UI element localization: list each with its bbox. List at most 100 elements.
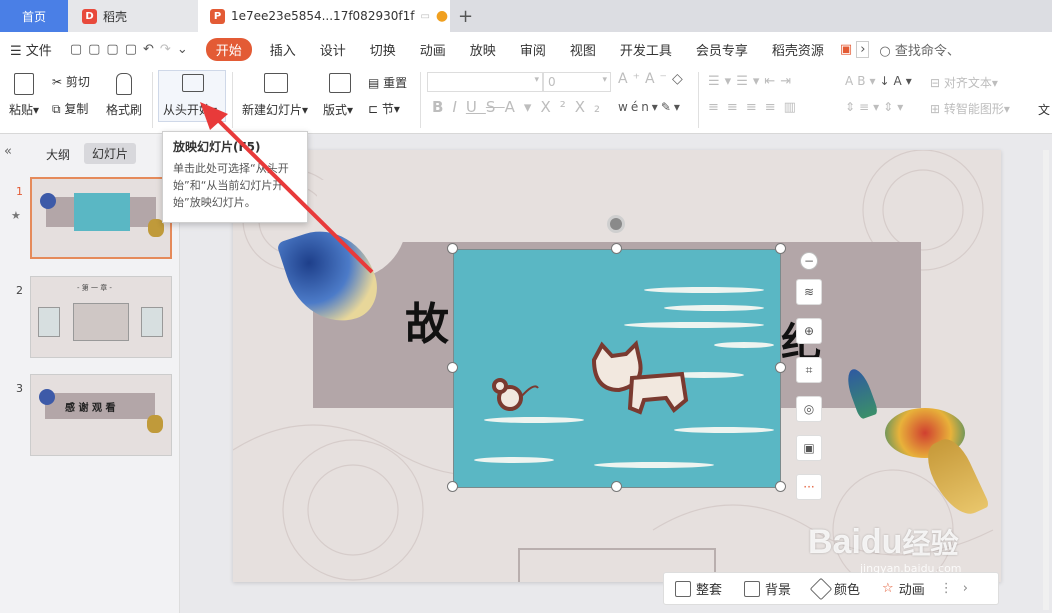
menu-insert[interactable]: 插入 <box>258 40 308 59</box>
cut-button[interactable]: ✂ 剪切 <box>52 73 90 90</box>
format-painter-button[interactable]: 格式刷 <box>106 101 142 118</box>
phonetic-highlight-controls[interactable]: wén▾✎▾ <box>618 100 683 114</box>
tab-outline[interactable]: 大纲 <box>46 146 70 163</box>
menu-view[interactable]: 视图 <box>558 40 608 59</box>
slide-quick-bar: 整套 背景 颜色 ☆ 动画 ⋮ › <box>663 572 999 605</box>
menu-member[interactable]: 会员专享 <box>684 40 760 59</box>
tab-document[interactable]: P 1e7ee23e5854...17f082930f1f ▭ ● <box>198 0 450 32</box>
font-name-select[interactable]: ▾ <box>427 72 543 92</box>
chevron-down-icon: ⌄ <box>176 41 194 57</box>
resize-handle-left[interactable] <box>447 362 458 373</box>
font-size-select[interactable]: 0 ▾ <box>543 72 611 92</box>
thumb-fan-decoration <box>39 389 55 405</box>
menu-dev-tools[interactable]: 开发工具 <box>608 40 684 59</box>
align-text-button[interactable]: ⊟ 对齐文本▾ <box>930 74 998 91</box>
fit-label: 整套 <box>696 583 723 598</box>
menu-start[interactable]: 开始 <box>205 37 252 61</box>
thumb2-title: - 第 一 章 - <box>77 284 112 292</box>
layers-icon[interactable]: ≋ <box>796 279 822 305</box>
slide-thumbnail-pane: « 大纲 幻灯片 1 ★ 2 - 第 一 章 - 3 感 谢 观 看 <box>0 134 180 613</box>
ribbon-toolbar: 粘贴▾ ✂ 剪切 ⧉ 复制 格式刷 从头开始▾ 新建幻灯片▾ 版式▾ ▤ 重置 … <box>0 66 1052 134</box>
reset-button[interactable]: ▤ 重置 <box>368 74 407 91</box>
menu-animation[interactable]: 动画 <box>408 40 458 59</box>
animation-button[interactable]: ☆ 动画 <box>871 579 936 598</box>
chevron-right-icon[interactable]: › <box>856 40 870 58</box>
color-icon <box>809 577 833 600</box>
menu-daoke-resources[interactable]: 稻壳资源 <box>760 40 836 59</box>
slide-thumbnail-1[interactable] <box>30 177 172 259</box>
play-slideshow-icon <box>182 74 204 92</box>
menu-review[interactable]: 审阅 <box>508 40 558 59</box>
new-tab-button[interactable]: + <box>458 0 473 32</box>
menu-slideshow[interactable]: 放映 <box>458 40 508 59</box>
bold-icon: B <box>432 98 453 116</box>
quick-access-toolbar[interactable]: ▢▢▢▢↶↷⌄ <box>64 42 200 57</box>
color-label: 颜色 <box>834 583 861 598</box>
resize-handle-bottom-right[interactable] <box>775 481 786 492</box>
menu-transition[interactable]: 切换 <box>358 40 408 59</box>
presentation-file-icon: P <box>210 8 225 24</box>
tab-home-label: 首页 <box>21 9 46 24</box>
thumb-peacock-decoration <box>147 415 163 433</box>
more-options-icon[interactable]: ··· <box>796 474 822 500</box>
font-style-controls[interactable]: BIUSA▾X²X₂ <box>432 98 609 116</box>
menu-design[interactable]: 设计 <box>308 40 358 59</box>
zoom-in-icon[interactable]: ⊕ <box>796 318 822 344</box>
slide-thumbnail-2[interactable]: - 第 一 章 - <box>30 276 172 358</box>
collapse-pane-icon[interactable]: « <box>4 144 12 159</box>
crop-icon[interactable]: ⌗ <box>796 357 822 383</box>
more-icon[interactable]: ⋮ <box>936 581 957 596</box>
slide-title-left[interactable]: 故 <box>405 288 449 352</box>
search-icon: ○ <box>879 43 891 59</box>
shrink-font-icon: A⁻ <box>644 71 672 87</box>
resize-handle-top-right[interactable] <box>775 243 786 254</box>
collapse-toolbar-icon[interactable]: − <box>800 252 818 270</box>
number-list-icon: ☰▾ <box>736 74 765 89</box>
image-tool-icon[interactable]: ▣ <box>836 42 856 57</box>
list-indent-controls[interactable]: ☰▾☰▾⇤⇥ <box>708 74 796 89</box>
color-button[interactable]: 颜色 <box>802 577 871 600</box>
resize-handle-top[interactable] <box>611 243 622 254</box>
vertical-scrollbar[interactable] <box>1043 150 1049 610</box>
font-size-controls[interactable]: A⁺A⁻◇ <box>618 71 688 87</box>
watermark-url: jingyan.baidu.com <box>860 562 962 575</box>
resize-handle-top-left[interactable] <box>447 243 458 254</box>
rotate-handle-icon[interactable] <box>607 215 625 233</box>
paste-button[interactable]: 粘贴▾ <box>9 101 39 118</box>
layout-icon <box>329 73 351 93</box>
justify-icon: ≡ <box>764 100 784 115</box>
print-icon: ▢ <box>106 41 125 57</box>
search-command[interactable]: ○ 查找命令、 <box>869 40 972 59</box>
tab-home[interactable]: 首页 <box>0 0 68 32</box>
slide-number-2: 2 <box>16 284 23 297</box>
text-direction-controls[interactable]: AB▾↓A▾ <box>845 74 916 88</box>
resize-handle-bottom[interactable] <box>611 481 622 492</box>
line-spacing-icon: ↓A▾ <box>879 74 916 88</box>
background-button[interactable]: 背景 <box>733 579 802 598</box>
picture-frame-icon[interactable]: ▣ <box>796 435 822 461</box>
paragraph-align-controls[interactable]: ≡≡≡≡▥ <box>708 100 804 115</box>
tab-slides[interactable]: 幻灯片 <box>84 143 137 164</box>
resize-handle-bottom-left[interactable] <box>447 481 458 492</box>
font-size-value: 0 <box>548 75 556 89</box>
spacing-controls[interactable]: ⇕≡▾⇕▾ <box>845 100 907 114</box>
watermark-brand: Baidu <box>808 523 903 561</box>
unsaved-dot-icon: ● <box>435 8 449 24</box>
resize-handle-right[interactable] <box>775 362 786 373</box>
copy-button[interactable]: ⧉ 复制 <box>52 100 88 117</box>
watermark-logo: Baidu经验 <box>808 522 958 562</box>
chevron-right-icon[interactable]: › <box>957 581 968 596</box>
preview-icon: ▢ <box>124 41 143 57</box>
grow-font-icon: A⁺ <box>618 71 645 87</box>
tab-daoke[interactable]: D 稻壳 <box>68 0 198 32</box>
lightbulb-icon[interactable]: ◎ <box>796 396 822 422</box>
fit-button[interactable]: 整套 <box>664 579 733 598</box>
menu-bar: ☰ 文件 ▢▢▢▢↶↷⌄ 开始 插入 设计 切换 动画 放映 审阅 视图 开发工… <box>0 32 1052 66</box>
paragraph-spacing-icon: ⇕≡▾ <box>845 100 884 114</box>
text-box-button[interactable]: 文 <box>1038 101 1050 118</box>
selected-picture[interactable] <box>453 249 781 488</box>
slide-thumbnail-3[interactable]: 感 谢 观 看 <box>30 374 172 456</box>
eraser-icon: ◇ <box>671 71 688 87</box>
smart-shape-button[interactable]: ⊞ 转智能图形▾ <box>930 100 1010 117</box>
file-menu[interactable]: ☰ 文件 <box>0 40 64 59</box>
